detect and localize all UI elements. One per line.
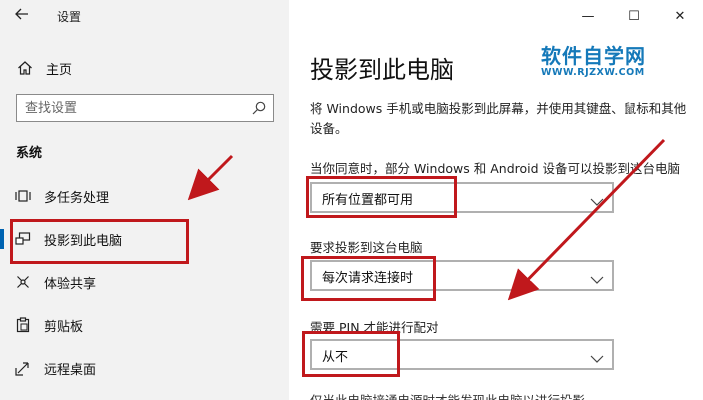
setting-label-ask-to-project: 要求投影到这台电脑 [310,240,423,255]
page-title: 投影到此电脑 [310,56,454,84]
setting-label-availability: 当你同意时，部分 Windows 和 Android 设备可以投影到这台电脑 [310,161,681,176]
home-nav-item[interactable]: 主页 [16,58,72,78]
highlight-box-ask-to-project [301,256,436,301]
sidebar-item-label: 剪贴板 [44,319,84,335]
search-icon[interactable] [251,100,267,116]
watermark-name: 软件自学网 [541,44,646,68]
watermark-url: WWW.RJZXW.COM [541,67,645,78]
sidebar-item-clipboard[interactable]: 剪贴板 [0,305,289,345]
multitasking-icon [14,187,32,205]
partial-setting-label: 仅当此电脑接通电源时才能发现此电脑以进行投影 [310,390,585,400]
maximize-button[interactable]: ☐ [611,4,657,28]
app-title: 设置 [57,10,82,24]
window-controls: — ☐ ✕ [565,4,703,28]
chevron-down-icon [590,192,604,206]
chevron-down-icon [590,349,604,363]
search-box[interactable] [16,94,274,122]
highlight-box-require-pin [302,331,400,377]
minimize-button[interactable]: — [565,4,611,28]
sidebar-item-label: 多任务处理 [44,190,110,206]
home-label: 主页 [46,62,73,78]
shared-experiences-icon [14,273,32,291]
search-input[interactable] [17,95,227,121]
sidebar-item-remote-desktop[interactable]: 远程桌面 [0,348,289,388]
remote-desktop-icon [14,359,32,377]
close-button[interactable]: ✕ [657,4,703,28]
watermark-logo: 软件自学网 WWW.RJZXW.COM [541,44,691,78]
sidebar-item-label: 远程桌面 [44,362,97,378]
section-label-system: 系统 [16,146,43,161]
sidebar: 设置 主页 系统 多任务处理 投影到此电脑 体验共享 剪贴板 [0,0,289,400]
clipboard-icon [14,316,32,334]
page-description: 将 Windows 手机或电脑投影到此屏幕，并使用其键盘、鼠标和其他设备。 [310,101,687,136]
sidebar-item-label: 体验共享 [44,276,97,292]
chevron-down-icon [590,270,604,284]
highlight-box-availability [306,176,457,218]
back-arrow-icon[interactable] [14,6,34,26]
sidebar-item-multitasking[interactable]: 多任务处理 [0,176,289,216]
sidebar-item-shared-experiences[interactable]: 体验共享 [0,262,289,302]
home-icon [16,59,34,77]
highlight-box-sidebar [10,219,189,264]
